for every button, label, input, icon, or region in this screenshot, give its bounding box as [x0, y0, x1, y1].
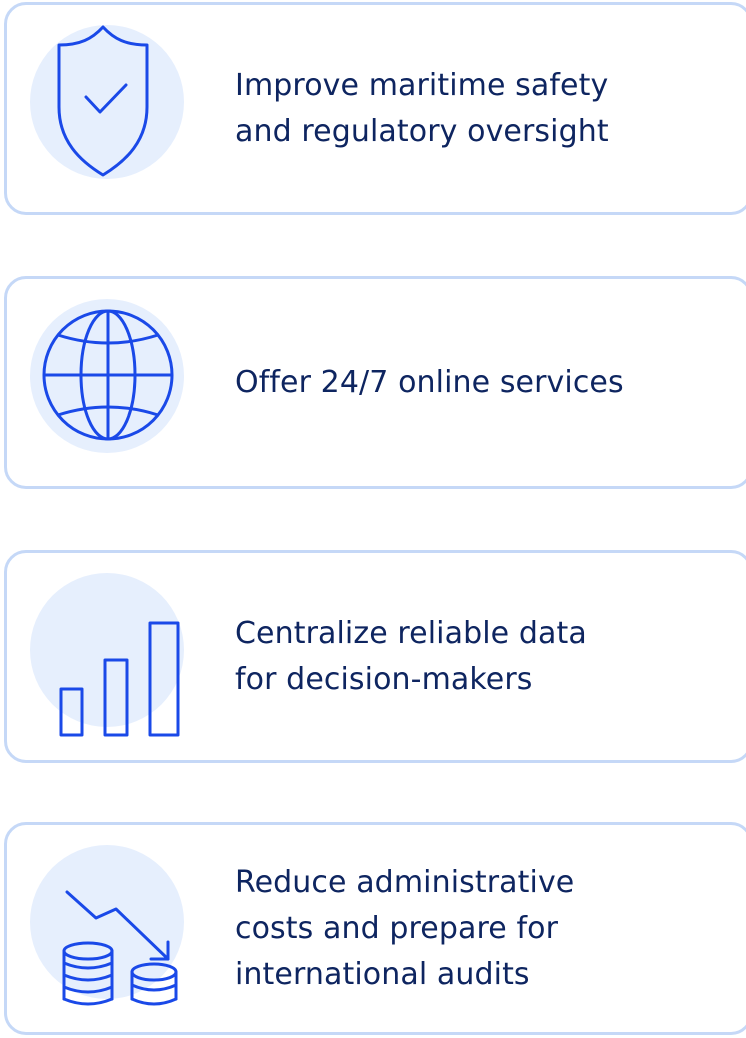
benefit-text: Centralize reliable data for decision-ma… [235, 553, 726, 766]
icon-background-circle [30, 573, 184, 737]
coins-down-trend-icon [62, 890, 178, 1006]
benefit-text-line: and regulatory oversight [235, 113, 609, 149]
icon-background-circle [30, 25, 184, 179]
bar-chart-icon [59, 621, 180, 737]
benefit-card-online-services: Offer 24/7 online services [4, 276, 746, 489]
icon-background-circle [30, 845, 184, 1006]
benefit-text-line: costs and prepare for [235, 910, 559, 946]
benefit-text-line: international audits [235, 956, 530, 992]
benefit-text-line: for decision-makers [235, 661, 533, 697]
benefit-text-line: Reduce administrative [235, 864, 575, 900]
shield-check-icon [57, 25, 149, 177]
benefit-card-reduce-costs: Reduce administrative costs and prepare … [4, 822, 746, 1035]
benefit-card-safety: Improve maritime safety and regulatory o… [4, 2, 746, 215]
benefit-text-line: Offer 24/7 online services [235, 364, 624, 400]
icon-background-circle [30, 299, 184, 453]
benefit-text: Offer 24/7 online services [235, 279, 726, 492]
benefit-card-centralize-data: Centralize reliable data for decision-ma… [4, 550, 746, 763]
benefit-text: Improve maritime safety and regulatory o… [235, 5, 726, 218]
globe-icon [42, 309, 174, 441]
benefit-text-line: Improve maritime safety [235, 67, 609, 103]
benefit-text-line: Centralize reliable data [235, 615, 587, 651]
benefit-text: Reduce administrative costs and prepare … [235, 825, 726, 1036]
